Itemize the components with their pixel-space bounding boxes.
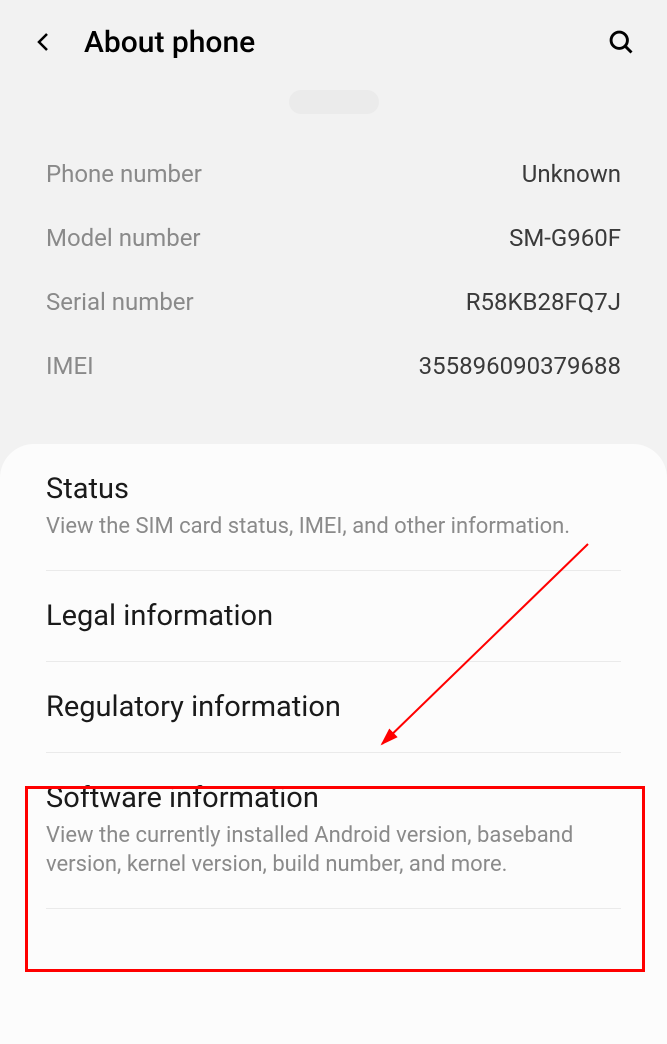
info-value: SM-G960F	[509, 224, 621, 252]
info-row-phone-number: Phone number Unknown	[46, 142, 621, 206]
menu-item-legal[interactable]: Legal information	[46, 571, 621, 662]
menu-item-title: Legal information	[46, 599, 621, 633]
menu-item-regulatory[interactable]: Regulatory information	[46, 662, 621, 753]
header: About phone	[0, 0, 667, 84]
info-label: Serial number	[46, 288, 194, 316]
info-row-model-number: Model number SM-G960F	[46, 206, 621, 270]
info-value: R58KB28FQ7J	[466, 288, 621, 316]
back-button[interactable]	[28, 26, 60, 58]
info-label: IMEI	[46, 352, 94, 380]
search-button[interactable]	[603, 24, 639, 60]
menu-item-title: Regulatory information	[46, 690, 621, 724]
menu-item-title: Status	[46, 472, 621, 506]
info-value: Unknown	[522, 160, 621, 188]
info-label: Model number	[46, 224, 201, 252]
menu-item-desc: View the SIM card status, IMEI, and othe…	[46, 512, 621, 542]
menu-item-status[interactable]: Status View the SIM card status, IMEI, a…	[46, 444, 621, 571]
menu-item-desc: View the currently installed Android ver…	[46, 821, 621, 880]
menu-card: Status View the SIM card status, IMEI, a…	[0, 444, 667, 1044]
menu-item-title: Software information	[46, 781, 621, 815]
info-label: Phone number	[46, 160, 202, 188]
info-value: 355896090379688	[419, 352, 621, 380]
info-row-imei: IMEI 355896090379688	[46, 334, 621, 398]
chevron-left-icon	[32, 30, 56, 54]
device-info-section: Phone number Unknown Model number SM-G96…	[0, 142, 667, 398]
info-row-serial-number: Serial number R58KB28FQ7J	[46, 270, 621, 334]
search-icon	[607, 28, 635, 56]
menu-item-software[interactable]: Software information View the currently …	[46, 753, 621, 909]
drag-handle	[289, 90, 379, 114]
page-title: About phone	[84, 25, 579, 60]
